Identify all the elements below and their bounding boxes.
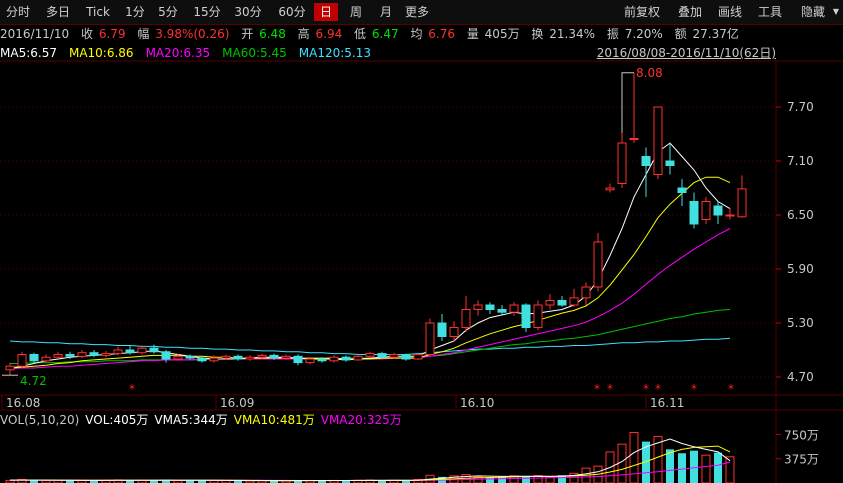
candle-body — [581, 286, 591, 299]
candle-body — [473, 304, 483, 310]
candle-body — [509, 304, 519, 313]
candle-body — [653, 106, 663, 175]
candle-body — [725, 214, 735, 217]
candle-body — [689, 201, 699, 225]
candle-body — [569, 297, 579, 306]
candle-body — [617, 142, 627, 184]
event-star-icon: * — [129, 382, 135, 396]
volume-tick-label: 750万 — [784, 428, 819, 442]
volume-tick-label: 375万 — [784, 453, 819, 467]
volume-bar — [486, 477, 494, 483]
candle-body — [353, 355, 363, 361]
candle-body — [65, 354, 75, 357]
event-star-icon: * — [607, 382, 613, 396]
candle-body — [521, 304, 531, 328]
candle-body — [317, 358, 327, 362]
candle-body — [125, 349, 135, 354]
date-tick-label: 16.09 — [220, 396, 254, 410]
candle-body — [149, 347, 159, 353]
candle-body — [101, 353, 111, 356]
candle-body — [329, 356, 339, 362]
candle-body — [377, 353, 387, 358]
event-star-icon: * — [643, 382, 649, 396]
candle-body — [269, 354, 279, 359]
candle-body — [557, 300, 567, 306]
high-marker-line — [621, 72, 634, 133]
volume-bar — [701, 454, 711, 483]
candle-body — [401, 354, 411, 360]
candle-body — [77, 352, 87, 357]
candle-body — [233, 355, 243, 360]
candle-body — [365, 353, 375, 357]
candle-body — [677, 187, 687, 193]
event-star-icon: * — [728, 382, 734, 396]
low-price-label: 4.72 — [20, 374, 47, 388]
volume-bar — [690, 450, 698, 483]
candle-body — [629, 138, 639, 140]
candle-body — [425, 322, 435, 355]
volume-bar — [522, 476, 530, 483]
candle-body — [281, 355, 291, 359]
candle-body — [29, 354, 39, 362]
candle-body — [641, 156, 651, 166]
candle-body — [161, 351, 171, 360]
event-star-icon: * — [691, 382, 697, 396]
candle-body — [113, 349, 123, 355]
candle-body — [245, 356, 255, 360]
high-price-label: 8.08 — [636, 66, 663, 80]
candle-body — [389, 354, 399, 358]
candle-body — [5, 365, 15, 371]
candle-body — [413, 354, 423, 360]
candle-body — [533, 304, 543, 328]
price-tick-label: 5.30 — [787, 316, 814, 330]
volume-bar — [725, 456, 735, 483]
candle-body — [209, 357, 219, 362]
volume-bar — [629, 432, 639, 483]
candle-body — [485, 304, 495, 310]
price-tick-label: 4.70 — [787, 370, 814, 384]
candle-body — [173, 355, 183, 360]
candle-body — [437, 322, 447, 337]
candle-body — [53, 354, 63, 358]
candle-body — [17, 354, 27, 367]
date-tick-label: 16.10 — [460, 396, 494, 410]
candle-body — [137, 347, 147, 354]
candle-body — [593, 241, 603, 288]
candle-body — [257, 354, 267, 358]
candle-body — [341, 356, 351, 361]
ma10-line — [9, 176, 731, 369]
price-tick-label: 7.70 — [787, 100, 814, 114]
price-tick-label: 7.10 — [787, 154, 814, 168]
volume-bar — [714, 452, 722, 483]
candle-body — [293, 355, 303, 364]
candle-body — [737, 188, 747, 218]
candle-body — [89, 352, 99, 356]
candle-body — [41, 356, 51, 362]
price-tick-label: 6.50 — [787, 208, 814, 222]
candle-body — [185, 355, 195, 359]
candle-body — [605, 187, 615, 191]
event-star-icon: * — [594, 382, 600, 396]
volume-bar — [666, 449, 674, 483]
volume-bar — [617, 443, 627, 483]
candle-body — [449, 327, 459, 337]
candle-body — [305, 358, 315, 364]
candle-body — [545, 300, 555, 306]
candle-body — [221, 355, 231, 359]
candle-body — [461, 309, 471, 328]
kline-chart[interactable]: 7.70 7.10 6.50 5.90 5.30 4.70 16.08 16.09 16.10 1… — [0, 0, 843, 483]
date-tick-label: 16.08 — [6, 396, 40, 410]
volume-bar — [678, 453, 686, 483]
candle-body — [665, 160, 675, 166]
volume-bar — [498, 476, 506, 483]
price-tick-label: 5.90 — [787, 262, 814, 276]
candle-body — [197, 357, 207, 362]
candle-body — [701, 201, 711, 220]
date-tick-label: 16.11 — [650, 396, 684, 410]
candle-body — [497, 309, 507, 313]
event-star-icon: * — [655, 382, 661, 396]
candle-body — [713, 205, 723, 216]
